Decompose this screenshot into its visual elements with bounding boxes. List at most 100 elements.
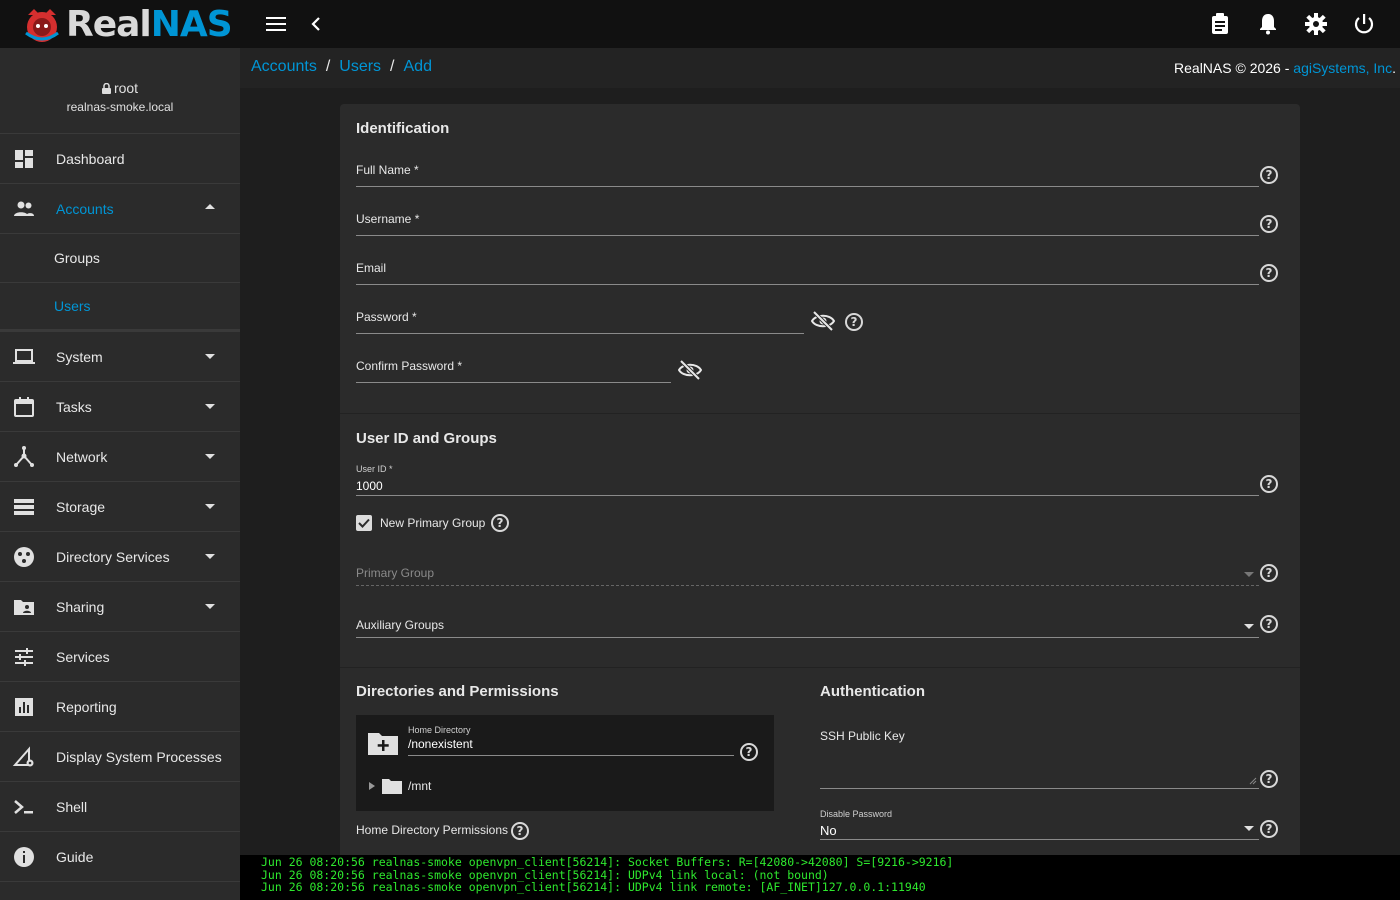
folder-icon — [382, 779, 402, 794]
sidebar-item-storage[interactable]: Storage — [0, 482, 240, 532]
email-field[interactable]: Email — [356, 255, 1259, 285]
confirm-password-field[interactable]: Confirm Password * — [356, 353, 671, 383]
disable-password-select[interactable]: Disable Password No — [820, 808, 1259, 840]
chevron-up-icon — [205, 204, 215, 209]
primary-group-select[interactable]: Primary Group — [356, 556, 1259, 586]
sidebar-item-shell[interactable]: Shell — [0, 782, 240, 832]
gear-icon[interactable] — [1304, 12, 1328, 36]
authentication-section-title: Authentication — [820, 683, 925, 700]
sidebar-subitem-label: Users — [54, 298, 91, 314]
sidebar-item-label: Display System Processes — [56, 748, 222, 765]
tune-icon — [15, 648, 33, 666]
sidebar-item-label: Dashboard — [56, 150, 125, 167]
sidebar-item-label: System — [56, 348, 103, 365]
shell-icon — [14, 800, 33, 814]
sidebar-item-accounts[interactable]: Accounts — [0, 184, 240, 234]
help-icon[interactable]: ? — [1260, 215, 1278, 233]
chevron-down-icon — [205, 404, 215, 409]
people-icon — [14, 201, 34, 216]
breadcrumb-users[interactable]: Users — [339, 58, 381, 76]
auxiliary-groups-label: Auxiliary Groups — [356, 618, 445, 632]
help-icon[interactable]: ? — [1260, 770, 1278, 788]
identification-section: Identification Full Name * ? Username * … — [340, 104, 1300, 414]
help-icon[interactable]: ? — [491, 514, 509, 532]
back-chevron-icon[interactable] — [304, 12, 328, 36]
email-label: Email — [356, 261, 387, 275]
sidebar-item-directory-services[interactable]: Directory Services — [0, 532, 240, 582]
sidebar-item-label: Guide — [56, 848, 94, 865]
user-id-field[interactable]: User ID * 1000 — [356, 464, 1259, 496]
sidebar-item-guide[interactable]: Guide — [0, 832, 240, 882]
user-id-groups-section: User ID and Groups User ID * 1000 ? New … — [340, 414, 1300, 668]
breadcrumb-accounts[interactable]: Accounts — [251, 58, 317, 76]
sidebar-item-sharing[interactable]: Sharing — [0, 582, 240, 632]
breadcrumb-separator: / — [325, 58, 331, 75]
username-field[interactable]: Username * — [356, 206, 1259, 236]
user-host: realnas-smoke.local — [66, 100, 174, 114]
home-directory-field[interactable]: Home Directory /nonexistent — [408, 725, 734, 756]
help-icon[interactable]: ? — [1260, 264, 1278, 282]
sidebar-item-services[interactable]: Services — [0, 632, 240, 682]
realnas-logo[interactable]: RealNAS — [24, 4, 233, 45]
ssh-public-key-label: SSH Public Key — [820, 729, 905, 743]
create-folder-icon[interactable] — [368, 731, 398, 755]
visibility-off-icon[interactable] — [678, 358, 702, 382]
sidebar-subitem-users[interactable]: Users — [0, 283, 240, 332]
company-link[interactable]: agiSystems, Inc — [1293, 60, 1392, 76]
dropdown-arrow-icon — [1244, 572, 1254, 577]
sidebar-item-label: Tasks — [56, 398, 92, 415]
home-directory-permissions-label: Home Directory Permissions — [356, 823, 509, 837]
tree-node-mnt[interactable]: /mnt — [408, 779, 431, 793]
breadcrumb-add[interactable]: Add — [404, 58, 432, 76]
copyright: RealNAS © 2026 - agiSystems, Inc. — [1174, 60, 1396, 76]
help-icon[interactable]: ? — [1260, 615, 1278, 633]
directories-section-title: Directories and Permissions — [356, 683, 559, 700]
user-name: root — [113, 80, 139, 96]
power-icon[interactable] — [1352, 12, 1376, 36]
sidebar-item-reporting[interactable]: Reporting — [0, 682, 240, 732]
help-icon[interactable]: ? — [1260, 564, 1278, 582]
logo-text-nas: NAS — [150, 4, 233, 45]
sidebar-item-dashboard[interactable]: Dashboard — [0, 134, 240, 184]
help-icon[interactable]: ? — [845, 313, 863, 331]
dashboard-icon — [15, 150, 33, 168]
help-icon[interactable]: ? — [1260, 820, 1278, 838]
top-toolbar: RealNAS — [0, 0, 1400, 48]
resize-handle-icon[interactable] — [1249, 777, 1257, 785]
sidebar-item-label: Storage — [56, 498, 106, 515]
password-field[interactable]: Password * — [356, 304, 804, 334]
console-log: Jun 26 08:20:56 realnas-smoke openvpn_cl… — [240, 855, 1400, 900]
help-icon[interactable]: ? — [1260, 166, 1278, 184]
checkmark-icon — [358, 518, 370, 528]
ssh-public-key-textarea[interactable]: SSH Public Key — [820, 720, 1259, 789]
new-primary-group-checkbox[interactable] — [356, 515, 372, 531]
auxiliary-groups-select[interactable]: Auxiliary Groups — [356, 608, 1259, 638]
sidebar-subitem-groups[interactable]: Groups — [0, 234, 240, 283]
expand-arrow-icon[interactable] — [369, 782, 375, 790]
sidebar-item-tasks[interactable]: Tasks — [0, 382, 240, 432]
help-icon[interactable]: ? — [740, 743, 758, 761]
menu-icon[interactable] — [264, 12, 288, 36]
help-icon[interactable]: ? — [1260, 475, 1278, 493]
chevron-down-icon — [205, 354, 215, 359]
sidebar-item-display-system-processes[interactable]: Display System Processes — [0, 732, 240, 782]
sidebar-item-system[interactable]: System — [0, 332, 240, 382]
section-title: Identification — [356, 120, 450, 137]
folder-shared-icon — [14, 600, 34, 615]
breadcrumb: Accounts / Users / Add — [251, 58, 432, 76]
full-name-field[interactable]: Full Name * — [356, 157, 1259, 187]
logo-text-real: Real — [66, 4, 152, 45]
sidebar-item-network[interactable]: Network — [0, 432, 240, 482]
breadcrumb-bar: Accounts / Users / Add RealNAS © 2026 - … — [240, 48, 1400, 88]
chevron-down-icon — [205, 554, 215, 559]
lock-icon — [101, 82, 111, 94]
info-icon — [14, 847, 34, 867]
disable-password-label: Disable Password — [820, 809, 893, 819]
clipboard-icon[interactable] — [1208, 12, 1232, 36]
disable-password-value: No — [820, 823, 837, 838]
processes-icon — [12, 746, 34, 767]
visibility-off-icon[interactable] — [811, 309, 835, 333]
help-icon[interactable]: ? — [511, 822, 529, 840]
bell-icon[interactable] — [1256, 12, 1280, 36]
sidebar-item-label: Reporting — [56, 698, 117, 715]
